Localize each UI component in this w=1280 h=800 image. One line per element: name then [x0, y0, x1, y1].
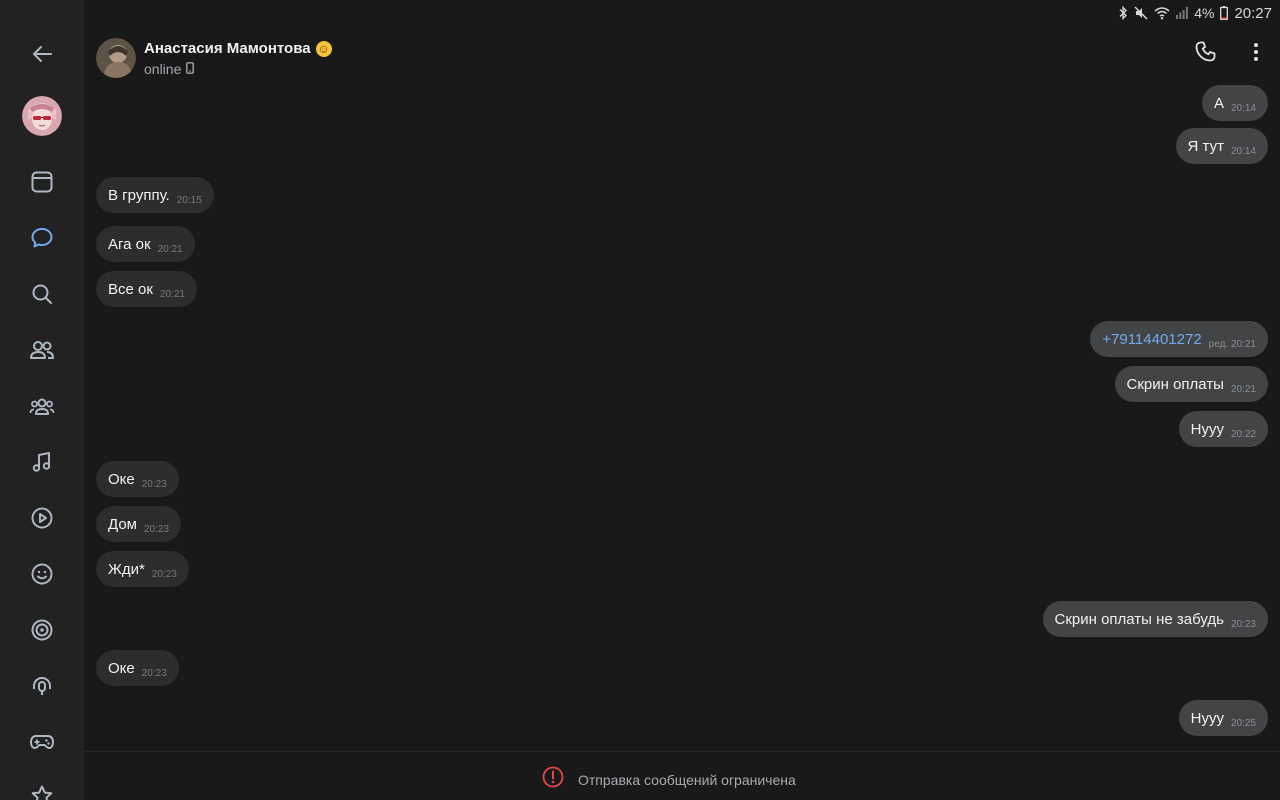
mobile-icon: [186, 61, 195, 77]
music-icon: [30, 450, 54, 479]
sidebar-item-communities[interactable]: [22, 388, 62, 428]
smile-emoji: ☺: [315, 40, 332, 57]
message-incoming[interactable]: Оке 20:23: [96, 650, 179, 686]
sidebar-item-games[interactable]: [22, 724, 62, 764]
message-time: 20:21: [157, 243, 183, 255]
phone-link[interactable]: +79114401272: [1102, 331, 1201, 348]
message-outgoing[interactable]: Нууу 20:22: [1178, 411, 1268, 447]
live-icon: [30, 618, 54, 647]
sidebar-item-live[interactable]: [22, 612, 62, 652]
news-feed-icon: [30, 170, 54, 199]
message-time: 20:22: [1230, 428, 1256, 440]
bookmarks-icon: [30, 784, 54, 800]
sidebar-item-stickers[interactable]: [22, 556, 62, 596]
message-text: Скрин оплаты: [1126, 375, 1224, 393]
message-incoming[interactable]: В группу. 20:15: [96, 177, 214, 213]
message-text: Жди*: [108, 560, 145, 578]
message-time: 20:23: [141, 478, 167, 490]
message-time: ред. 20:21: [1208, 338, 1256, 350]
chat-header: Анастасия Мамонтова ☺ online: [84, 26, 1280, 88]
message-incoming[interactable]: Все ок 20:21: [96, 271, 197, 307]
podcasts-icon: [30, 674, 54, 703]
message-time: 20:21: [1230, 383, 1256, 395]
message-time: 20:23: [1230, 618, 1256, 630]
video-icon: [30, 506, 54, 535]
sidebar-item-friends[interactable]: [22, 332, 62, 372]
message-text: Скрин оплаты не забудь: [1054, 610, 1224, 628]
message-outgoing[interactable]: А 20:14: [1201, 85, 1268, 121]
back-button[interactable]: [22, 36, 62, 76]
message-outgoing[interactable]: Я тут 20:14: [1175, 128, 1268, 164]
message-list[interactable]: А 20:14 Я тут 20:14 В группу. 20:15 Ага …: [84, 0, 1280, 752]
warning-icon: [542, 766, 564, 793]
message-time: 20:15: [176, 194, 202, 206]
sidebar-item-music[interactable]: [22, 444, 62, 484]
friends-icon: [29, 338, 55, 367]
message-time: 20:23: [143, 523, 170, 535]
sidebar-item-news[interactable]: [22, 164, 62, 204]
phone-icon: [1194, 40, 1218, 69]
sidebar-item-messages[interactable]: [22, 220, 62, 260]
messages-icon: [30, 226, 54, 255]
sidebar-item-video[interactable]: [22, 500, 62, 540]
stickers-icon: [30, 562, 54, 591]
sidebar-item-search[interactable]: [22, 276, 62, 316]
online-status: online: [144, 61, 182, 77]
message-time: 20:23: [151, 568, 177, 580]
back-arrow-icon: [31, 43, 53, 70]
communities-icon: [29, 394, 55, 423]
message-text: Нууу: [1190, 709, 1224, 727]
message-text: Дом: [108, 515, 137, 533]
message-text: Ага ок: [108, 235, 151, 253]
contact-avatar[interactable]: [96, 38, 136, 78]
message-text: Все ок: [108, 280, 153, 298]
sidebar: [0, 0, 84, 800]
message-text: Я тут: [1187, 137, 1224, 155]
more-vertical-icon: [1253, 42, 1259, 67]
message-outgoing[interactable]: Нууу 20:25: [1178, 700, 1268, 736]
message-time: 20:25: [1230, 717, 1256, 729]
message-text: Нууу: [1190, 420, 1224, 438]
message-incoming[interactable]: Оке 20:23: [96, 461, 179, 497]
contact-name-row[interactable]: Анастасия Мамонтова ☺: [144, 40, 332, 57]
message-outgoing[interactable]: Скрин оплаты 20:21: [1114, 366, 1268, 402]
message-incoming[interactable]: Дом 20:23: [96, 506, 182, 542]
sidebar-item-bookmarks[interactable]: [22, 778, 62, 800]
message-text: А: [1213, 94, 1224, 112]
message-outgoing[interactable]: Скрин оплаты не забудь 20:23: [1042, 601, 1268, 637]
games-icon: [29, 730, 55, 759]
message-text: Оке: [108, 659, 135, 677]
message-time: 20:21: [159, 288, 185, 300]
compose-restricted-bar: Отправка сообщений ограничена: [84, 751, 1280, 800]
restriction-text: Отправка сообщений ограничена: [578, 771, 796, 788]
message-incoming[interactable]: Ага ок 20:21: [96, 226, 195, 262]
call-button[interactable]: [1190, 38, 1222, 70]
more-options-button[interactable]: [1244, 38, 1268, 70]
message-time: 20:14: [1230, 145, 1256, 157]
search-icon: [30, 282, 54, 311]
user-avatar[interactable]: [22, 96, 62, 136]
message-incoming[interactable]: Жди* 20:23: [96, 551, 189, 587]
restriction-notice: Отправка сообщений ограничена: [542, 766, 796, 793]
contact-name: Анастасия Мамонтова: [144, 40, 311, 57]
sidebar-item-podcasts[interactable]: [22, 668, 62, 708]
message-text: В группу.: [108, 186, 170, 204]
message-outgoing[interactable]: +79114401272 ред. 20:21: [1090, 321, 1268, 357]
message-time: 20:23: [141, 667, 167, 679]
message-time: 20:14: [1230, 102, 1256, 114]
contact-status: online: [144, 61, 195, 77]
message-text: Оке: [108, 470, 135, 488]
